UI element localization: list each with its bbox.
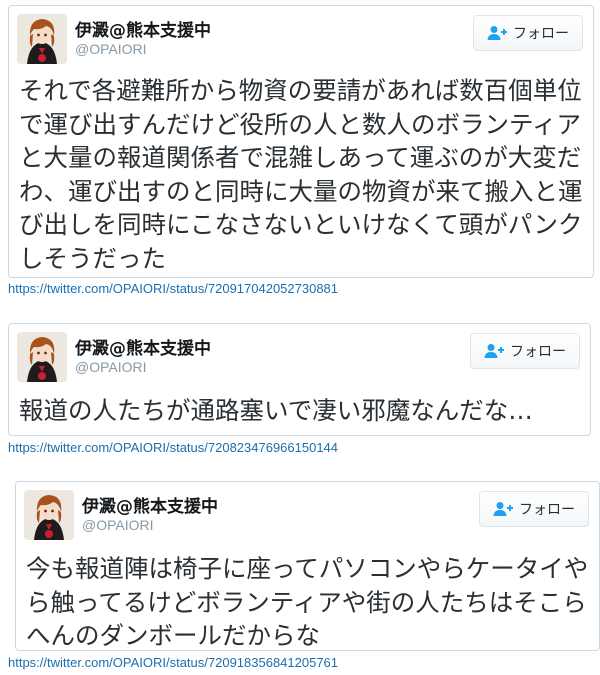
user-handle[interactable]: @OPAIORI — [75, 359, 147, 375]
anime-character-avatar-icon — [24, 490, 74, 540]
status-link[interactable]: https://twitter.com/OPAIORI/status/72091… — [8, 655, 338, 670]
tweet-text: 今も報道陣は椅子に座ってパソコンやらケータイやら触ってるけどボランティアや街の人… — [26, 554, 589, 650]
display-name[interactable]: 伊澱@熊本支援中 — [75, 16, 211, 41]
status-link[interactable]: https://twitter.com/OPAIORI/status/72082… — [8, 440, 338, 455]
follow-button[interactable]: フォロー — [473, 15, 583, 51]
tweet-card: 伊澱@熊本支援中 @OPAIORI フォロー それで各避難所から物資の要請があれ… — [8, 5, 594, 278]
display-name[interactable]: 伊澱@熊本支援中 — [75, 334, 211, 359]
status-link[interactable]: https://twitter.com/OPAIORI/status/72091… — [8, 281, 338, 296]
follow-label: フォロー — [519, 502, 575, 518]
tweet-card: 伊澱@熊本支援中 @OPAIORI フォロー 今も報道陣は椅子に座ってパソコンや… — [15, 481, 600, 651]
add-user-icon — [484, 344, 504, 358]
tweet-card: 伊澱@熊本支援中 @OPAIORI フォロー 報道の人たちが通路塞いで凄い邪魔な… — [8, 323, 591, 436]
add-user-icon — [493, 502, 513, 516]
follow-label: フォロー — [513, 26, 569, 42]
avatar[interactable] — [17, 14, 67, 64]
tweet-text: それで各避難所から物資の要請があれば数百個単位で運び出すんだけど役所の人と数人の… — [19, 76, 583, 273]
avatar[interactable] — [24, 490, 74, 540]
follow-button[interactable]: フォロー — [479, 491, 589, 527]
tweet-text: 報道の人たちが通路塞いで凄い邪魔なんだな… — [19, 396, 533, 425]
follow-button[interactable]: フォロー — [470, 333, 580, 369]
avatar[interactable] — [17, 332, 67, 382]
add-user-icon — [487, 26, 507, 40]
user-handle[interactable]: @OPAIORI — [82, 517, 154, 533]
user-handle[interactable]: @OPAIORI — [75, 41, 147, 57]
follow-label: フォロー — [510, 344, 566, 360]
display-name[interactable]: 伊澱@熊本支援中 — [82, 492, 218, 517]
anime-character-avatar-icon — [17, 14, 67, 64]
anime-character-avatar-icon — [17, 332, 67, 382]
